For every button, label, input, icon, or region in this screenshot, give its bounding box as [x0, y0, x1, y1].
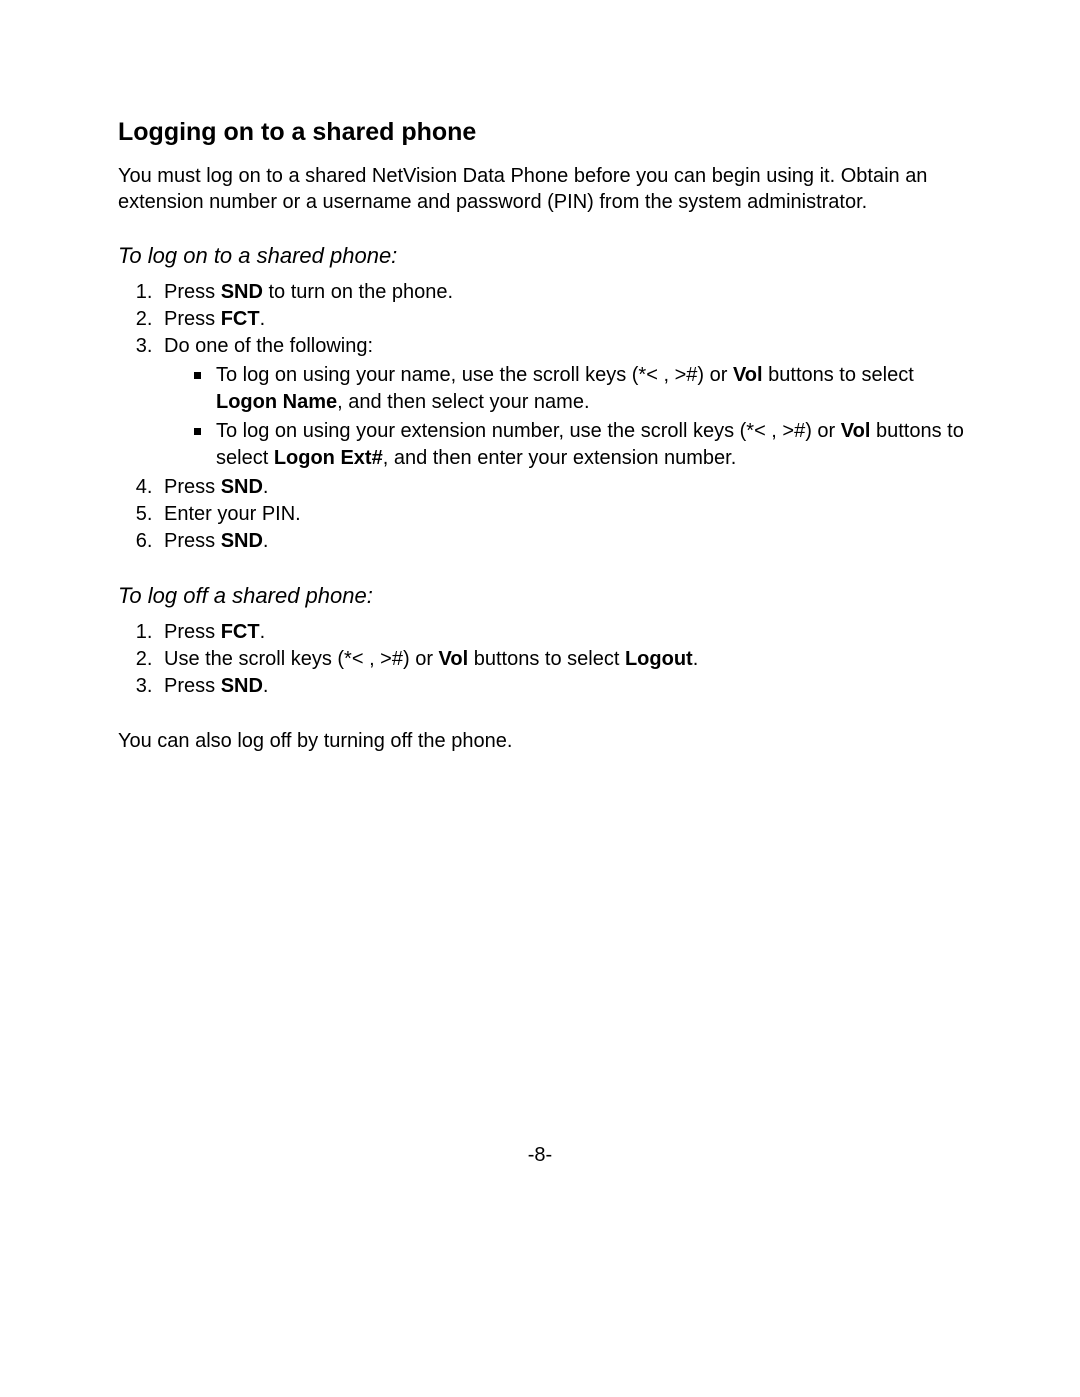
list-item: Do one of the following: To log on using… [158, 333, 970, 472]
list-item: Press SND. [158, 474, 970, 501]
intro-paragraph: You must log on to a shared NetVision Da… [118, 163, 970, 215]
list-item: Press FCT. [158, 619, 970, 646]
key-label: FCT [221, 308, 260, 330]
key-label: Vol [439, 648, 469, 670]
step-text: . [693, 648, 699, 670]
key-label: FCT [221, 621, 260, 643]
list-item: Press FCT. [158, 306, 970, 333]
list-item: Press SND to turn on the phone. [158, 279, 970, 306]
logon-steps-list: Press SND to turn on the phone. Press FC… [118, 279, 970, 555]
bullet-text: To log on using your extension number, u… [216, 420, 841, 442]
step-text: Use the scroll keys (*< , >#) or [164, 648, 439, 670]
bullet-text: , and then select your name. [337, 391, 589, 413]
page-number: -8- [0, 1144, 1080, 1167]
section-title: Logging on to a shared phone [118, 118, 970, 147]
step-text: Press [164, 621, 221, 643]
logoff-subheading: To log off a shared phone: [118, 583, 970, 609]
key-label: SND [221, 476, 263, 498]
key-label: SND [221, 675, 263, 697]
key-label: SND [221, 530, 263, 552]
sub-bullet-list: To log on using your name, use the scrol… [164, 362, 970, 472]
closing-paragraph: You can also log off by turning off the … [118, 728, 970, 754]
step-text: . [260, 621, 266, 643]
step-text: Do one of the following: [164, 335, 373, 357]
menu-option-label: Logout [625, 648, 693, 670]
list-item: Press SND. [158, 673, 970, 700]
menu-option-label: Logon Name [216, 391, 337, 413]
step-text: . [263, 530, 269, 552]
key-label: Vol [733, 364, 763, 386]
step-text: to turn on the phone. [263, 281, 453, 303]
document-page: Logging on to a shared phone You must lo… [0, 0, 1080, 1397]
step-text: Enter your PIN. [164, 503, 301, 525]
menu-option-label: Logon Ext# [274, 447, 383, 469]
list-item: To log on using your extension number, u… [194, 418, 970, 472]
step-text: Press [164, 281, 221, 303]
step-text: buttons to select [468, 648, 625, 670]
step-text: . [263, 675, 269, 697]
list-item: To log on using your name, use the scrol… [194, 362, 970, 416]
key-label: SND [221, 281, 263, 303]
key-label: Vol [841, 420, 871, 442]
logoff-steps-list: Press FCT. Use the scroll keys (*< , >#)… [118, 619, 970, 700]
list-item: Enter your PIN. [158, 501, 970, 528]
step-text: . [263, 476, 269, 498]
step-text: . [260, 308, 266, 330]
bullet-text: , and then enter your extension number. [383, 447, 737, 469]
logon-subheading: To log on to a shared phone: [118, 243, 970, 269]
bullet-text: To log on using your name, use the scrol… [216, 364, 733, 386]
step-text: Press [164, 308, 221, 330]
bullet-text: buttons to select [763, 364, 914, 386]
step-text: Press [164, 675, 221, 697]
list-item: Use the scroll keys (*< , >#) or Vol but… [158, 646, 970, 673]
list-item: Press SND. [158, 528, 970, 555]
step-text: Press [164, 530, 221, 552]
step-text: Press [164, 476, 221, 498]
